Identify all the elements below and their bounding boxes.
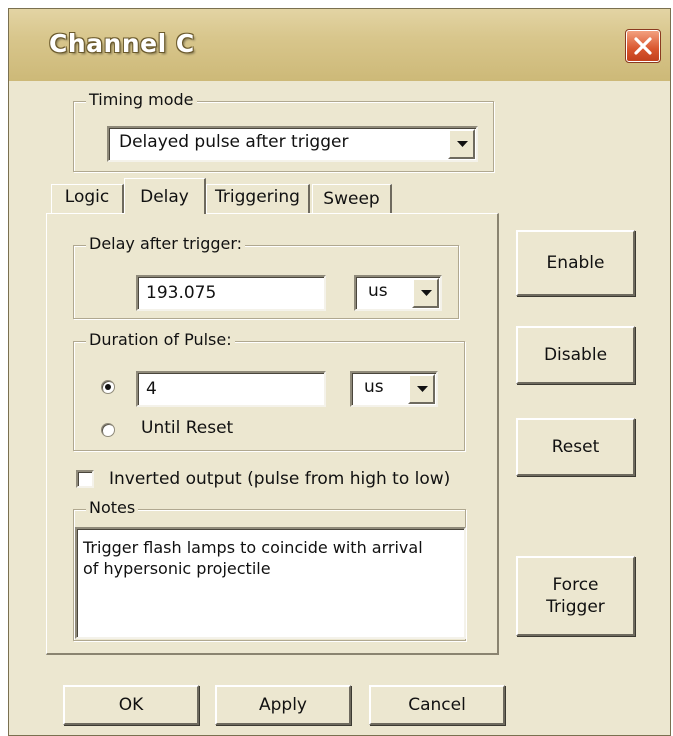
window-title: Channel C	[49, 29, 195, 58]
enable-button-label: Enable	[546, 253, 605, 273]
reset-button-label: Reset	[551, 437, 600, 457]
tab-sweep[interactable]: Sweep	[312, 184, 392, 214]
inverted-output-label: Inverted output (pulse from high to low)	[109, 469, 451, 489]
delay-value-input[interactable]	[136, 275, 326, 311]
chevron-down-icon	[421, 290, 432, 296]
close-icon	[634, 37, 652, 55]
notes-textarea[interactable]: Trigger flash lamps to coincide with arr…	[75, 527, 466, 639]
timing-mode-legend: Timing mode	[86, 90, 197, 109]
radio-selected-dot	[105, 384, 111, 390]
duration-fixed-radio[interactable]	[101, 380, 115, 394]
timing-mode-select[interactable]: Delayed pulse after trigger	[107, 126, 478, 162]
close-button[interactable]	[625, 29, 661, 63]
inverted-output-checkbox[interactable]	[76, 470, 94, 488]
ok-button[interactable]: OK	[63, 685, 199, 725]
reset-button[interactable]: Reset	[516, 418, 635, 476]
duration-unit-select[interactable]: us	[350, 371, 438, 407]
duration-of-pulse-legend: Duration of Pulse:	[86, 330, 235, 349]
duration-value-input[interactable]	[136, 371, 326, 407]
tab-logic-label: Logic	[64, 187, 110, 207]
disable-button-label: Disable	[543, 345, 608, 365]
title-bar[interactable]: Channel C	[9, 9, 670, 81]
tab-sweep-label: Sweep	[323, 189, 380, 209]
ok-button-label: OK	[118, 695, 144, 715]
until-reset-label: Until Reset	[141, 418, 234, 438]
duration-unit-value: us	[364, 377, 384, 397]
tab-delay-label: Delay	[140, 187, 189, 207]
delay-unit-dropdown-button[interactable]	[412, 278, 439, 308]
force-trigger-button-label: Force Trigger	[546, 575, 605, 617]
timing-mode-dropdown-button[interactable]	[448, 129, 475, 159]
duration-unit-dropdown-button[interactable]	[408, 374, 435, 404]
enable-button[interactable]: Enable	[516, 230, 635, 296]
chevron-down-icon	[457, 141, 468, 147]
tab-delay[interactable]: Delay	[124, 178, 206, 214]
chevron-down-icon	[417, 386, 428, 392]
notes-text: Trigger flash lamps to coincide with arr…	[83, 538, 423, 578]
cancel-button-label: Cancel	[408, 695, 466, 715]
apply-button[interactable]: Apply	[215, 685, 351, 725]
timing-mode-value: Delayed pulse after trigger	[119, 132, 349, 152]
delay-unit-select[interactable]: us	[354, 275, 442, 311]
delay-unit-value: us	[368, 281, 388, 301]
delay-after-trigger-legend: Delay after trigger:	[86, 234, 246, 253]
disable-button[interactable]: Disable	[516, 326, 635, 384]
cancel-button[interactable]: Cancel	[369, 685, 505, 725]
tab-triggering-label: Triggering	[215, 187, 300, 207]
force-trigger-button[interactable]: Force Trigger	[516, 556, 635, 636]
tab-logic[interactable]: Logic	[51, 184, 124, 214]
notes-legend: Notes	[86, 498, 139, 517]
tab-triggering[interactable]: Triggering	[206, 184, 310, 214]
channel-dialog: Channel C Timing mode Delayed pulse afte…	[8, 8, 671, 736]
duration-until-reset-radio[interactable]	[101, 423, 115, 437]
apply-button-label: Apply	[259, 695, 307, 715]
